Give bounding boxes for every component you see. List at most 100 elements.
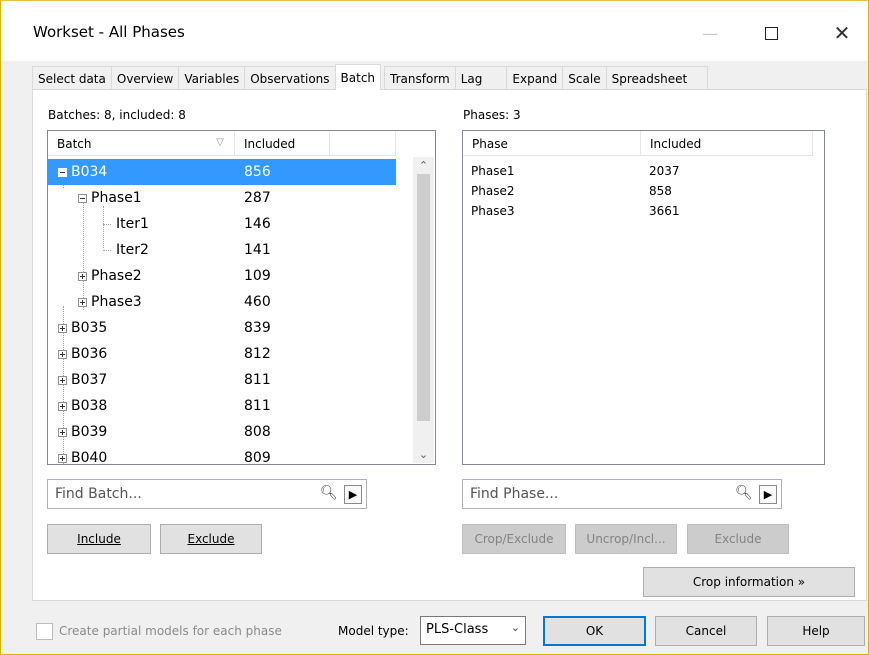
tab-overview[interactable]: Overview [110,66,180,90]
minimize-icon[interactable]: — [687,15,733,51]
tree-row-value: 856 [244,164,271,180]
tree-collapse-icon[interactable] [78,193,87,203]
tree-collapse-icon[interactable] [58,167,67,177]
tree-row-b037[interactable]: B037 811 [48,367,396,393]
tree-row-phase2[interactable]: Phase2 109 [48,263,396,289]
tree-row-value: 146 [244,216,271,232]
tree-row-label: Iter2 [116,242,149,258]
tree-row-value: 287 [244,190,271,206]
exclude-batch-button[interactable]: Exclude [160,524,262,554]
tab-select-data[interactable]: Select data [32,66,112,90]
tab-variables[interactable]: Variables [178,66,246,90]
tree-row-value: 808 [244,424,271,440]
title-bar: Workset - All Phases — ✕ [1,1,868,61]
close-icon[interactable]: ✕ [819,15,865,51]
play-arrow-icon[interactable]: ▶ [759,485,777,504]
include-button-label: Include [77,532,121,546]
tree-expand-icon[interactable] [58,375,67,385]
tab-lag[interactable]: Lag [454,66,508,90]
model-type-label: Model type: [338,624,409,638]
tree-expand-icon[interactable] [58,401,67,411]
cancel-button[interactable]: Cancel [655,616,757,646]
include-button[interactable]: Include [47,524,151,554]
tree-row-label: B036 [71,346,108,362]
tree-row-label: B037 [71,372,108,388]
batch-tree-scrollbar[interactable]: ⌃ ⌄ [413,157,434,463]
uncrop-include-button[interactable]: Uncrop/Incl... [575,524,677,554]
tab-observations[interactable]: Observations [244,66,336,90]
tree-row-value: 460 [244,294,271,310]
ok-button[interactable]: OK [543,616,646,646]
phase-row-label: Phase2 [471,184,515,198]
tree-expand-icon[interactable] [78,271,87,281]
batches-summary: Batches: 8, included: 8 [48,108,186,122]
tree-expand-icon[interactable] [58,349,67,359]
tree-row-b034[interactable]: B034 856 [48,159,396,185]
sort-filter-icon[interactable]: ▽ [216,137,224,148]
tree-expand-icon[interactable] [58,323,67,333]
tree-expand-icon[interactable] [58,427,67,437]
tree-row-iter2[interactable]: Iter2 141 [48,237,396,263]
tree-row-label: Phase1 [91,190,142,206]
tab-batch[interactable]: Batch [334,64,382,90]
tree-row-label: B038 [71,398,108,414]
tree-row-b036[interactable]: B036 812 [48,341,396,367]
column-header-batch-label: Batch [57,136,92,151]
tree-row-value: 812 [244,346,271,362]
tab-transform[interactable]: Transform [384,66,456,90]
tree-row-value: 809 [244,450,271,465]
tab-expand[interactable]: Expand [506,66,564,90]
scrollbar-thumb[interactable] [417,174,430,421]
tree-row-value: 109 [244,268,271,284]
search-icon[interactable]: 🔍︎ [320,485,338,501]
tree-expand-icon[interactable] [58,453,67,463]
scroll-up-icon[interactable]: ⌃ [413,157,434,174]
find-batch-input[interactable]: Find Batch... 🔍︎ ▶ [47,479,367,509]
tree-row-value: 141 [244,242,271,258]
tree-row-b038[interactable]: B038 811 [48,393,396,419]
tree-row-label: Iter1 [116,216,149,232]
tree-row-iter1[interactable]: Iter1 146 [48,211,396,237]
phase-row-label: Phase3 [471,204,515,218]
exclude-phase-button[interactable]: Exclude [687,524,789,554]
exclude-button-label: Exclude [187,532,235,546]
phase-row-value: 3661 [649,204,680,218]
tree-row-b040[interactable]: B040 809 [48,445,396,465]
phase-list-header: Phase Included [463,131,813,156]
tree-row-label: Phase2 [91,268,142,284]
column-header-phase[interactable]: Phase [463,131,641,156]
play-arrow-icon[interactable]: ▶ [344,485,362,504]
tab-spreadsheet[interactable]: Spreadsheet [605,66,709,90]
column-header-batch[interactable]: Batch ▽ [48,131,235,156]
tree-row-b039[interactable]: B039 808 [48,419,396,445]
phase-row-value: 858 [649,184,672,198]
find-phase-placeholder: Find Phase... [470,486,559,502]
tree-expand-icon[interactable] [78,297,87,307]
tree-row-label: Phase3 [91,294,142,310]
help-button[interactable]: Help [767,616,865,646]
tree-row-phase1[interactable]: Phase1 287 [48,185,396,211]
model-type-select[interactable]: PLS-Class ⌄ [420,616,526,645]
crop-information-button[interactable]: Crop information » [643,567,855,597]
column-header-empty [330,131,396,156]
tree-row-value: 811 [244,398,271,414]
column-header-phase-included[interactable]: Included [641,131,813,156]
tree-row-b035[interactable]: B035 839 [48,315,396,341]
column-header-included[interactable]: Included [235,131,330,156]
tab-strip: Select data Overview Variables Observati… [32,64,709,90]
scroll-down-icon[interactable]: ⌄ [413,446,434,463]
phase-list[interactable]: Phase Included Phase1 2037 Phase2 858 Ph… [462,130,825,465]
find-phase-input[interactable]: Find Phase... 🔍︎ ▶ [462,479,782,509]
tree-row-phase3[interactable]: Phase3 460 [48,289,396,315]
crop-exclude-button[interactable]: Crop/Exclude [462,524,566,554]
partial-models-checkbox[interactable] [36,623,53,640]
model-type-value: PLS-Class [426,622,489,637]
search-icon[interactable]: 🔍︎ [735,485,753,501]
phase-row-value: 2037 [649,164,680,178]
tab-scale[interactable]: Scale [562,66,607,90]
tree-row-label: B039 [71,424,108,440]
tree-row-value: 811 [244,372,271,388]
maximize-icon[interactable] [748,15,794,51]
tree-row-value: 839 [244,320,271,336]
batch-tree[interactable]: Batch ▽ Included B034 856 Phase1 287 Ite… [47,130,436,465]
